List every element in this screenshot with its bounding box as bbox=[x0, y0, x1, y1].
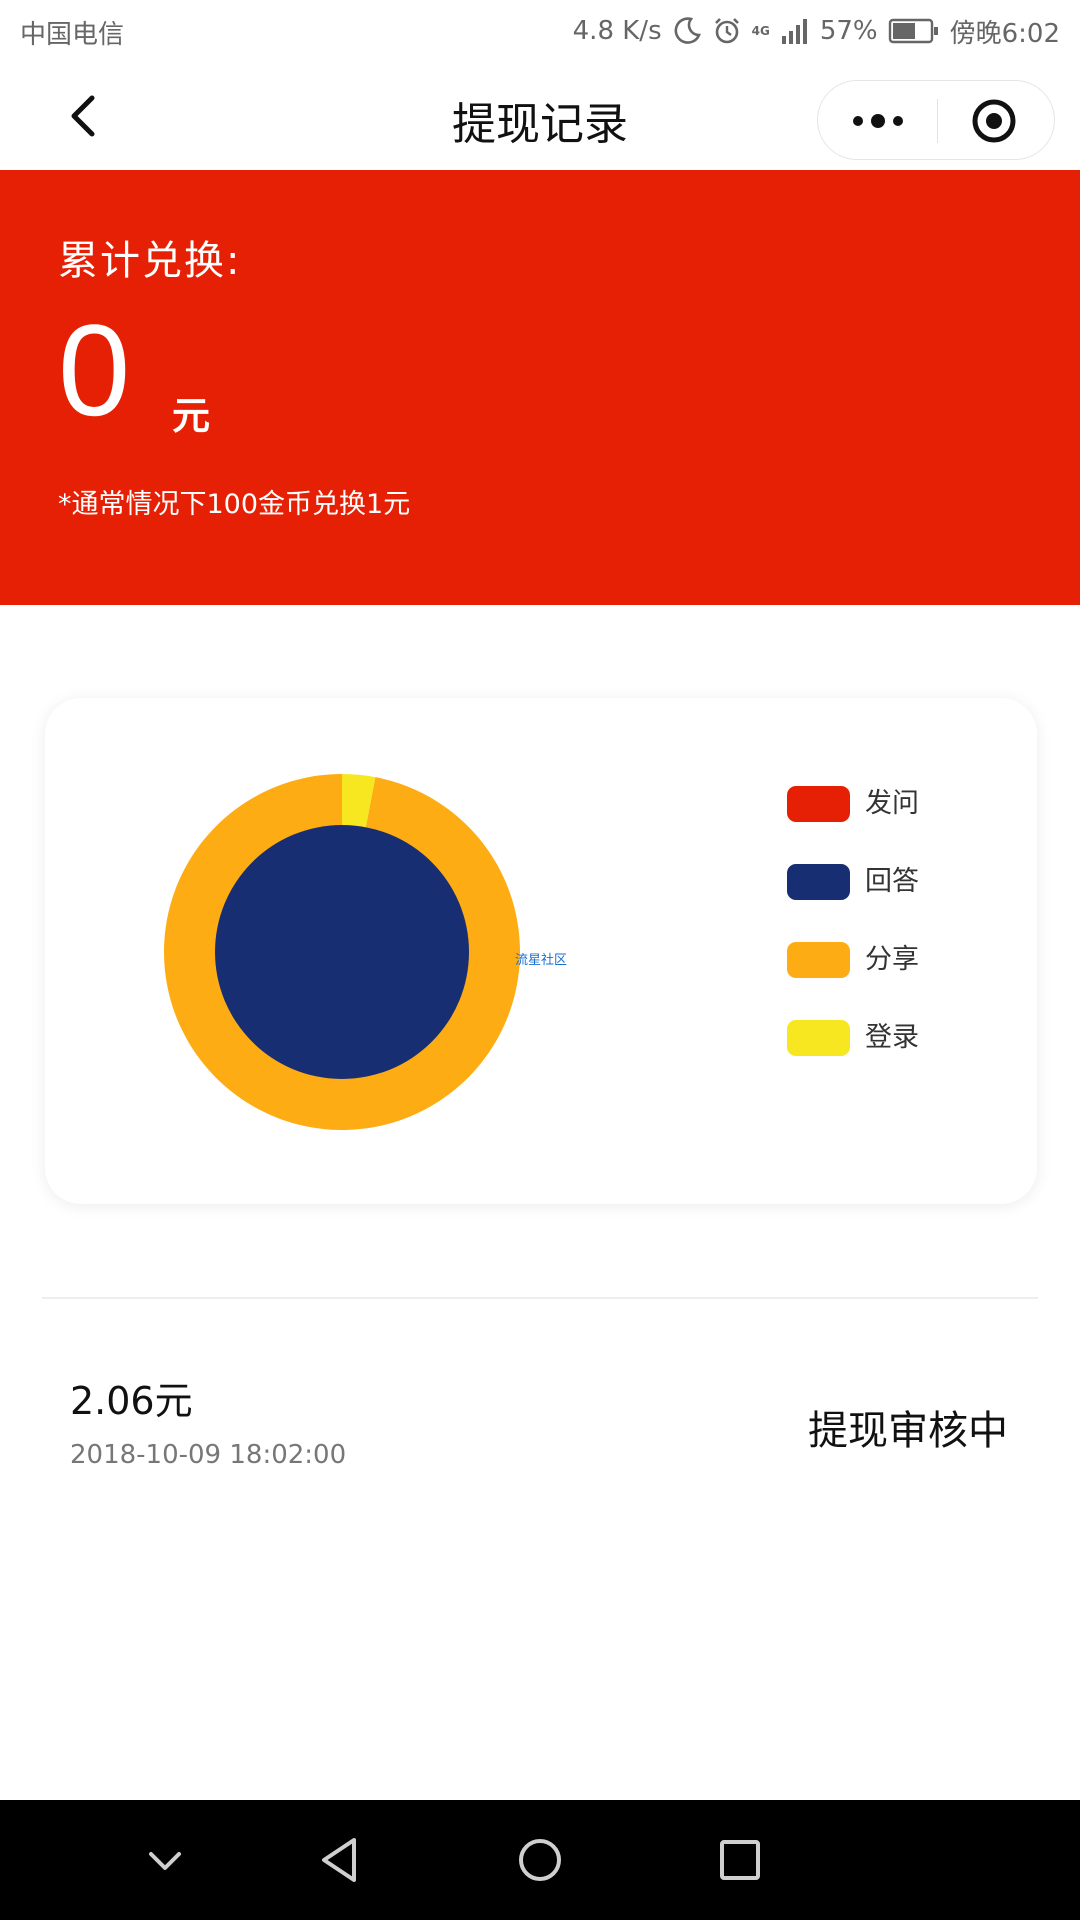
legend-label: 登录 bbox=[865, 1022, 919, 1053]
battery-percent: 57% bbox=[819, 16, 878, 46]
clock-time: 傍晚6:02 bbox=[949, 18, 1060, 49]
target-circle-icon bbox=[972, 99, 1016, 143]
section-divider bbox=[42, 1297, 1038, 1299]
legend-label: 回答 bbox=[865, 866, 919, 897]
chevron-down-icon bbox=[149, 1852, 181, 1870]
alarm-icon bbox=[712, 16, 742, 46]
carrier-name: 中国电信 bbox=[20, 20, 125, 50]
status-bar: 中国电信 4.8 K/s 4G 57% 傍晚6:02 bbox=[0, 0, 1080, 62]
record-timestamp: 2018-10-09 18:02:00 bbox=[70, 1440, 347, 1470]
chart-legend: 发问 回答 分享 登录 bbox=[787, 786, 1007, 1098]
exchange-summary-banner: 累计兑换: 0 元 *通常情况下100金币兑换1元 bbox=[0, 170, 1080, 605]
chart-card: 流星社区 发问 回答 分享 登录 bbox=[45, 698, 1037, 1204]
legend-item: 发问 bbox=[787, 786, 1007, 864]
network-speed: 4.8 K/s bbox=[572, 16, 662, 46]
system-home-button[interactable] bbox=[510, 1830, 570, 1890]
exchange-rate-note: *通常情况下100金币兑换1元 bbox=[58, 489, 411, 520]
legend-swatch bbox=[787, 942, 850, 978]
capsule-divider bbox=[937, 99, 938, 143]
network-type: 4G bbox=[751, 24, 770, 38]
more-button[interactable] bbox=[848, 101, 908, 141]
hide-nav-button[interactable] bbox=[135, 1830, 195, 1890]
summary-amount: 0 bbox=[58, 297, 131, 443]
legend-item: 分享 bbox=[787, 942, 1007, 1020]
home-circle-icon bbox=[519, 1839, 561, 1881]
summary-label: 累计兑换: bbox=[58, 238, 242, 284]
legend-swatch bbox=[787, 864, 850, 900]
status-indicators: 4.8 K/s 4G 57% 傍晚6:02 bbox=[573, 12, 1060, 50]
legend-item: 回答 bbox=[787, 864, 1007, 942]
moon-icon bbox=[672, 16, 702, 46]
battery-icon bbox=[888, 17, 940, 45]
record-status: 提现审核中 bbox=[808, 1408, 1008, 1454]
legend-label: 分享 bbox=[865, 944, 919, 975]
navigation-bar: 提现记录 bbox=[0, 62, 1080, 170]
legend-swatch bbox=[787, 1020, 850, 1056]
close-mini-program-button[interactable] bbox=[970, 97, 1018, 145]
mini-program-capsule bbox=[817, 80, 1055, 160]
system-navigation-bar bbox=[0, 1800, 1080, 1920]
recent-square-icon bbox=[720, 1840, 760, 1880]
legend-swatch bbox=[787, 786, 850, 822]
back-triangle-icon bbox=[322, 1838, 356, 1882]
inner-pie-slice-1 bbox=[215, 825, 469, 1079]
record-amount: 2.06元 bbox=[70, 1379, 193, 1423]
legend-item: 登录 bbox=[787, 1020, 1007, 1098]
more-dots-icon bbox=[853, 114, 903, 128]
signal-icon bbox=[780, 16, 810, 46]
chart-watermark: 流星社区 bbox=[515, 953, 568, 968]
withdrawal-record-row[interactable]: 2.06元 2018-10-09 18:02:00 提现审核中 bbox=[0, 1330, 1080, 1490]
system-back-button[interactable] bbox=[310, 1830, 370, 1890]
summary-unit: 元 bbox=[172, 394, 211, 438]
system-recents-button[interactable] bbox=[710, 1830, 770, 1890]
legend-label: 发问 bbox=[865, 788, 919, 819]
